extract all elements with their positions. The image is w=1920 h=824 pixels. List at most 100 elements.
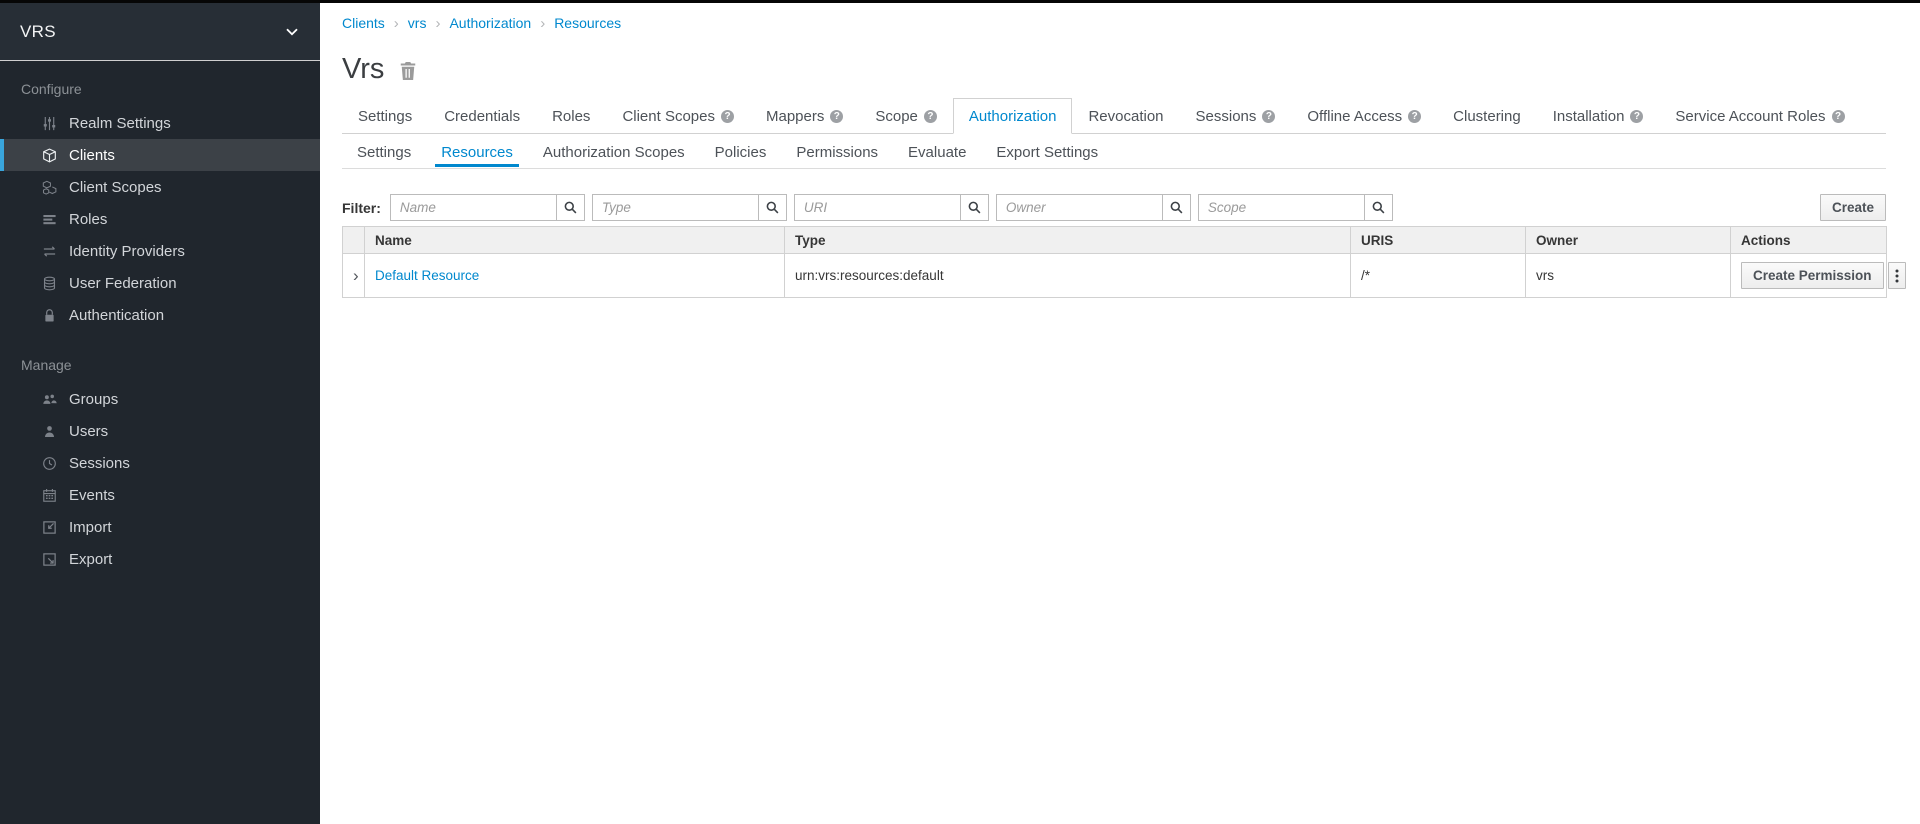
help-icon[interactable]: ? [924, 110, 937, 123]
filter-uri-input[interactable] [794, 194, 961, 221]
filter-toolbar: Filter: Create [342, 194, 1886, 221]
group-icon [40, 392, 58, 407]
sidebar: VRS Configure Realm Settings Clients Cli… [0, 3, 320, 824]
cubes-icon [40, 180, 58, 195]
tab-installation[interactable]: Installation? [1537, 98, 1660, 134]
tab-service-account-roles[interactable]: Service Account Roles? [1659, 98, 1860, 134]
expand-row-icon[interactable]: › [353, 267, 359, 284]
table-header-row: Name Type URIS Owner Actions [343, 227, 1887, 254]
chevron-right-icon: › [394, 16, 399, 31]
kebab-menu-button[interactable] [1888, 262, 1906, 289]
tab-scope[interactable]: Scope? [859, 98, 953, 134]
filter-type-input[interactable] [592, 194, 759, 221]
sidebar-item-label: Clients [69, 147, 115, 164]
tab-clustering[interactable]: Clustering [1437, 98, 1537, 134]
subtab-resources[interactable]: Resources [426, 136, 528, 168]
breadcrumb-vrs[interactable]: vrs [408, 15, 427, 31]
create-permission-button[interactable]: Create Permission [1741, 262, 1884, 289]
sidebar-item-client-scopes[interactable]: Client Scopes [0, 171, 320, 203]
export-icon [40, 552, 58, 567]
realm-name: VRS [20, 22, 56, 42]
sidebar-item-import[interactable]: Import [0, 511, 320, 543]
resources-table: Name Type URIS Owner Actions › Default R… [342, 226, 1887, 298]
import-icon [40, 520, 58, 535]
filter-scope-input[interactable] [1198, 194, 1365, 221]
sidebar-item-label: Export [69, 551, 112, 568]
sliders-icon [40, 116, 58, 131]
main-content: Clients › vrs › Authorization › Resource… [320, 3, 1920, 824]
breadcrumb-resources[interactable]: Resources [554, 15, 621, 31]
tab-credentials[interactable]: Credentials [428, 98, 536, 134]
search-owner-button[interactable] [1162, 194, 1191, 221]
sidebar-item-label: Authentication [69, 307, 164, 324]
help-icon[interactable]: ? [830, 110, 843, 123]
sidebar-item-label: Realm Settings [69, 115, 171, 132]
sidebar-item-export[interactable]: Export [0, 543, 320, 575]
sidebar-item-user-federation[interactable]: User Federation [0, 267, 320, 299]
top-bar [0, 0, 1920, 3]
help-icon[interactable]: ? [721, 110, 734, 123]
search-uri-button[interactable] [960, 194, 989, 221]
breadcrumb-clients[interactable]: Clients [342, 15, 385, 31]
tab-settings[interactable]: Settings [342, 98, 428, 134]
cube-icon [40, 148, 58, 163]
sidebar-item-realm-settings[interactable]: Realm Settings [0, 107, 320, 139]
help-icon[interactable]: ? [1630, 110, 1643, 123]
sidebar-item-clients[interactable]: Clients [0, 139, 320, 171]
subtab-export-settings[interactable]: Export Settings [981, 136, 1113, 168]
search-type-button[interactable] [758, 194, 787, 221]
subtab-policies[interactable]: Policies [700, 136, 782, 168]
filter-owner-input[interactable] [996, 194, 1163, 221]
help-icon[interactable]: ? [1262, 110, 1275, 123]
subtab-settings[interactable]: Settings [342, 136, 426, 168]
sidebar-item-groups[interactable]: Groups [0, 383, 320, 415]
sidebar-item-label: Identity Providers [69, 243, 185, 260]
exchange-arrows-icon [40, 244, 58, 259]
filter-label: Filter: [342, 200, 381, 216]
sidebar-item-label: Roles [69, 211, 107, 228]
sidebar-item-sessions[interactable]: Sessions [0, 447, 320, 479]
tab-revocation[interactable]: Revocation [1072, 98, 1179, 134]
table-row: › Default Resource urn:vrs:resources:def… [343, 254, 1887, 298]
filter-name-input[interactable] [390, 194, 557, 221]
help-icon[interactable]: ? [1408, 110, 1421, 123]
tab-sessions[interactable]: Sessions? [1180, 98, 1292, 134]
subtab-evaluate[interactable]: Evaluate [893, 136, 981, 168]
tab-authorization[interactable]: Authorization [953, 98, 1073, 134]
clock-icon [40, 456, 58, 471]
resource-owner-cell: vrs [1526, 254, 1731, 298]
help-icon[interactable]: ? [1832, 110, 1845, 123]
tab-mappers[interactable]: Mappers? [750, 98, 859, 134]
resource-name-link[interactable]: Default Resource [375, 268, 479, 283]
subtab-authorization-scopes[interactable]: Authorization Scopes [528, 136, 700, 168]
create-button[interactable]: Create [1820, 194, 1886, 221]
sidebar-nav: Configure Realm Settings Clients Client … [0, 61, 320, 575]
resource-uris-cell: /* [1351, 254, 1526, 298]
chevron-right-icon: › [540, 16, 545, 31]
search-scope-button[interactable] [1364, 194, 1393, 221]
breadcrumb: Clients › vrs › Authorization › Resource… [342, 15, 1886, 31]
sidebar-section-manage: Manage [0, 331, 320, 383]
sidebar-item-label: Events [69, 487, 115, 504]
search-name-button[interactable] [556, 194, 585, 221]
sidebar-item-roles[interactable]: Roles [0, 203, 320, 235]
breadcrumb-authorization[interactable]: Authorization [449, 15, 531, 31]
sidebar-item-identity-providers[interactable]: Identity Providers [0, 235, 320, 267]
sidebar-item-label: Groups [69, 391, 118, 408]
uris-column-header: URIS [1351, 227, 1526, 254]
primary-tabs: Settings Credentials Roles Client Scopes… [342, 98, 1886, 134]
actions-column-header: Actions [1731, 227, 1887, 254]
sidebar-item-authentication[interactable]: Authentication [0, 299, 320, 331]
sidebar-item-label: Sessions [69, 455, 130, 472]
subtab-permissions[interactable]: Permissions [781, 136, 893, 168]
sidebar-item-users[interactable]: Users [0, 415, 320, 447]
realm-selector[interactable]: VRS [0, 3, 320, 61]
resource-type-cell: urn:vrs:resources:default [785, 254, 1351, 298]
tab-roles[interactable]: Roles [536, 98, 606, 134]
sidebar-item-events[interactable]: Events [0, 479, 320, 511]
delete-client-icon[interactable] [399, 61, 417, 81]
sidebar-item-label: Client Scopes [69, 179, 162, 196]
tab-client-scopes[interactable]: Client Scopes? [606, 98, 750, 134]
tab-offline-access[interactable]: Offline Access? [1291, 98, 1437, 134]
sidebar-item-label: Users [69, 423, 108, 440]
